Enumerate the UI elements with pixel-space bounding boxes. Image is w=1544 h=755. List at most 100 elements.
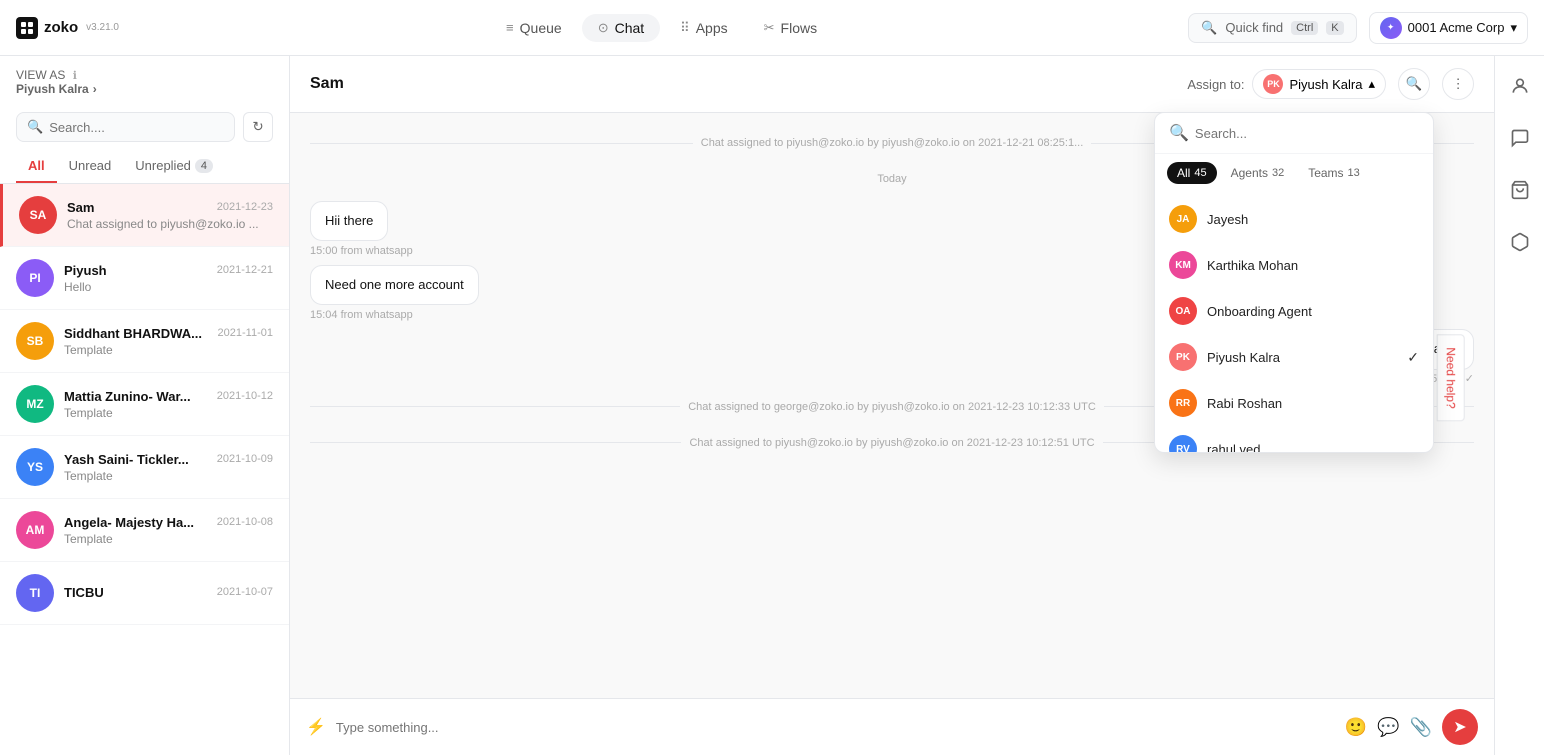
chat-info: TICBU 2021-10-07 — [64, 585, 273, 602]
need-help-tab[interactable]: Need help? — [1436, 334, 1464, 421]
tab-all[interactable]: All — [16, 150, 57, 183]
dropdown-tab-teams[interactable]: Teams 13 — [1298, 162, 1370, 184]
chat-list-item[interactable]: AM Angela- Majesty Ha... 2021-10-08 Temp… — [0, 499, 289, 562]
view-as-label: VIEW AS — [16, 68, 65, 82]
agent-avatar: RR — [1169, 389, 1197, 417]
assignee-name: Piyush Kalra — [1289, 77, 1362, 92]
dropdown-agent-list: JA Jayesh KM Karthika Mohan OA Onboardin… — [1155, 192, 1433, 452]
account-button[interactable]: ✦ 0001 Acme Corp ▾ — [1369, 12, 1528, 44]
top-nav: zoko v3.21.0 ≡ Queue ⊙ Chat ⠿ Apps ✂ Flo… — [0, 0, 1544, 56]
dropdown-search-icon: 🔍 — [1169, 123, 1189, 143]
avatar: MZ — [16, 385, 54, 423]
agent-name: Rabi Roshan — [1207, 396, 1282, 411]
dropdown-tab-agents[interactable]: Agents 32 — [1221, 162, 1295, 184]
assignee-button[interactable]: PK Piyush Kalra ▴ — [1252, 69, 1386, 99]
nav-right: 🔍 Quick find Ctrl K ✦ 0001 Acme Corp ▾ — [1188, 12, 1528, 44]
chat-bubble-icon[interactable] — [1502, 120, 1538, 156]
chat-date: 2021-12-21 — [217, 264, 273, 276]
dropdown-agent-item[interactable]: PK Piyush Kalra ✓ — [1155, 334, 1433, 380]
chat-name: Angela- Majesty Ha... — [64, 515, 194, 530]
tab-unread[interactable]: Unread — [57, 150, 124, 183]
left-sidebar: VIEW AS ℹ Piyush Kalra › 🔍 ↻ All Unread … — [0, 56, 290, 755]
chat-info: Sam 2021-12-23 Chat assigned to piyush@z… — [67, 200, 273, 231]
search-chat-button[interactable]: 🔍 — [1398, 68, 1430, 100]
dropdown-tabs: All 45 Agents 32 Teams 13 — [1155, 154, 1433, 192]
chat-name: TICBU — [64, 585, 104, 600]
profile-icon[interactable] — [1502, 68, 1538, 104]
message-bubble-incoming: Need one more account — [310, 265, 479, 305]
dropdown-agent-item[interactable]: KM Karthika Mohan — [1155, 242, 1433, 288]
assign-area: Assign to: PK Piyush Kalra ▴ — [1187, 69, 1386, 99]
chat-info: Mattia Zunino- War... 2021-10-12 Templat… — [64, 389, 273, 420]
refresh-button[interactable]: ↻ — [243, 112, 273, 142]
search-icon: 🔍 — [27, 119, 43, 135]
shopping-bag-icon[interactable] — [1502, 172, 1538, 208]
right-sidebar — [1494, 56, 1544, 755]
assign-dropdown: 🔍 All 45 Agents 32 Teams 13 JA Jayesh KM… — [1154, 112, 1434, 453]
message-bubble-incoming: Hii there — [310, 201, 388, 241]
chat-list-item[interactable]: TI TICBU 2021-10-07 — [0, 562, 289, 625]
chat-preview: Chat assigned to piyush@zoko.io ... — [67, 217, 273, 231]
kbd-k: K — [1326, 21, 1343, 35]
view-as-user[interactable]: Piyush Kalra › — [16, 82, 273, 96]
cube-icon[interactable] — [1502, 224, 1538, 260]
quick-find-button[interactable]: 🔍 Quick find Ctrl K — [1188, 13, 1356, 43]
avatar: PI — [16, 259, 54, 297]
dropdown-search-input[interactable] — [1195, 126, 1419, 141]
account-icon: ✦ — [1380, 17, 1402, 39]
dropdown-tab-all[interactable]: All 45 — [1167, 162, 1217, 184]
avatar: TI — [16, 574, 54, 612]
chat-icon: ⊙ — [598, 20, 609, 36]
dropdown-agent-item[interactable]: RR Rabi Roshan — [1155, 380, 1433, 426]
agent-name: rahul ved — [1207, 442, 1260, 453]
attachment-icon[interactable]: 📎 — [1410, 717, 1432, 738]
agent-avatar: PK — [1169, 343, 1197, 371]
chat-name: Siddhant BHARDWA... — [64, 326, 202, 341]
nav-chat[interactable]: ⊙ Chat — [582, 14, 660, 42]
dropdown-agent-item[interactable]: OA Onboarding Agent — [1155, 288, 1433, 334]
assignee-avatar: PK — [1263, 74, 1283, 94]
more-options-button[interactable]: ⋮ — [1442, 68, 1474, 100]
emoji-icon[interactable]: 🙂 — [1345, 717, 1367, 738]
nav-apps[interactable]: ⠿ Apps — [664, 14, 743, 42]
chat-area: Sam Assign to: PK Piyush Kalra ▴ 🔍 ⋮ 🔍 A… — [290, 56, 1494, 755]
chevron-up-icon: ▴ — [1368, 76, 1375, 92]
all-count: 45 — [1194, 167, 1206, 179]
avatar: SA — [19, 196, 57, 234]
agent-avatar: JA — [1169, 205, 1197, 233]
send-button[interactable]: ➤ — [1442, 709, 1478, 745]
lightning-icon[interactable]: ⚡ — [306, 717, 326, 737]
chat-list-item[interactable]: YS Yash Saini- Tickler... 2021-10-09 Tem… — [0, 436, 289, 499]
nav-flows[interactable]: ✂ Flows — [748, 14, 833, 42]
logo-area: zoko v3.21.0 — [16, 17, 119, 39]
tab-unreplied[interactable]: Unreplied 4 — [123, 150, 225, 183]
dropdown-agent-item[interactable]: JA Jayesh — [1155, 196, 1433, 242]
zoko-logo-icon — [16, 17, 38, 39]
nav-queue[interactable]: ≡ Queue — [490, 14, 578, 42]
agent-name: Piyush Kalra — [1207, 350, 1280, 365]
kbd-ctrl: Ctrl — [1291, 21, 1318, 35]
sticker-icon[interactable]: 💬 — [1377, 717, 1399, 738]
avatar: YS — [16, 448, 54, 486]
chat-contact-name: Sam — [310, 75, 1175, 93]
chat-date: 2021-10-09 — [217, 453, 273, 465]
agent-name: Karthika Mohan — [1207, 258, 1298, 273]
agent-name: Onboarding Agent — [1207, 304, 1312, 319]
logo-version: v3.21.0 — [86, 22, 119, 33]
chat-info: Angela- Majesty Ha... 2021-10-08 Templat… — [64, 515, 273, 546]
chevron-right-icon: › — [93, 82, 97, 96]
chat-list-item[interactable]: MZ Mattia Zunino- War... 2021-10-12 Temp… — [0, 373, 289, 436]
chat-list-item[interactable]: SA Sam 2021-12-23 Chat assigned to piyus… — [0, 184, 289, 247]
search-input-wrap: 🔍 — [16, 112, 235, 142]
queue-icon: ≡ — [506, 20, 514, 35]
agent-avatar: OA — [1169, 297, 1197, 325]
selected-check-icon: ✓ — [1407, 349, 1419, 366]
chat-list-item[interactable]: SB Siddhant BHARDWA... 2021-11-01 Templa… — [0, 310, 289, 373]
dropdown-agent-item[interactable]: RV rahul ved — [1155, 426, 1433, 452]
search-input[interactable] — [49, 120, 224, 135]
chat-date: 2021-10-07 — [217, 586, 273, 598]
message-input[interactable] — [336, 720, 1335, 735]
chat-date: 2021-12-23 — [217, 201, 273, 213]
chat-list-item[interactable]: PI Piyush 2021-12-21 Hello — [0, 247, 289, 310]
agent-name: Jayesh — [1207, 212, 1248, 227]
